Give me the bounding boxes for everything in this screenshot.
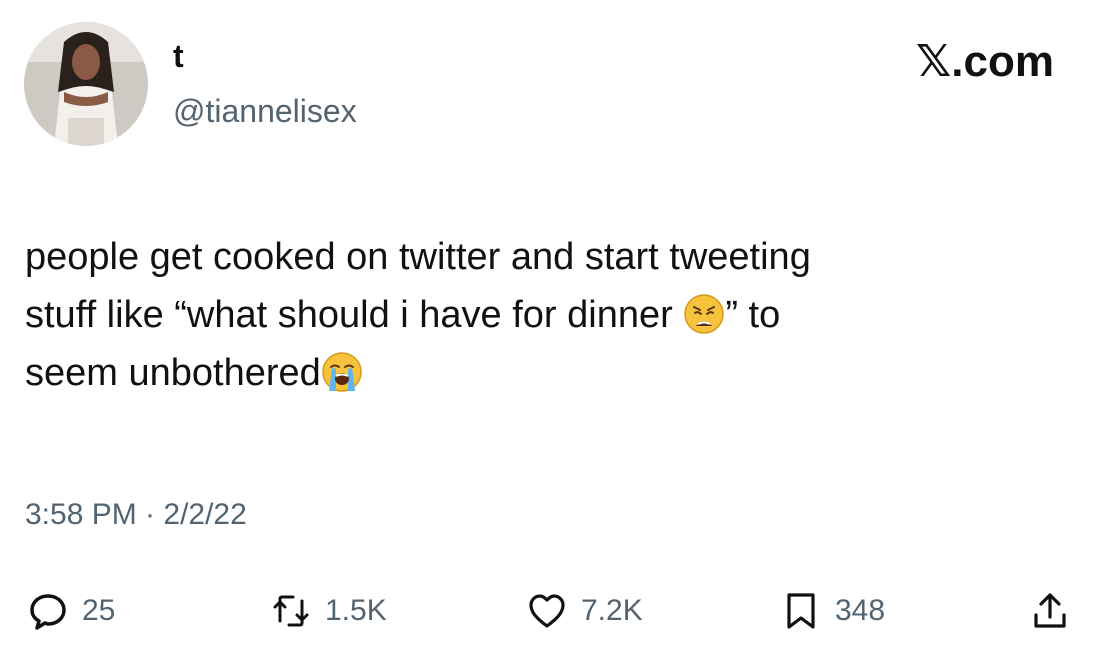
reply-button[interactable]: 25 [28, 588, 115, 634]
display-name[interactable]: t [173, 40, 184, 72]
bookmark-button[interactable]: 348 [781, 588, 885, 634]
retweet-icon [273, 595, 309, 627]
tweet-line-3: seem unbothered [25, 352, 321, 394]
avatar-image [24, 22, 148, 146]
tweet-line-2-start: stuff like “what should i have for dinne… [25, 294, 684, 336]
heart-icon [529, 594, 565, 628]
retweet-button[interactable]: 1.5K [271, 588, 387, 634]
reply-icon [30, 594, 66, 630]
reply-count: 25 [82, 594, 116, 627]
share-button[interactable] [1030, 588, 1070, 634]
tweet-line-2-end: ” to [725, 294, 781, 336]
like-count: 7.2K [581, 594, 643, 627]
tweet-text: people get cooked on twitter and start t… [25, 228, 1075, 402]
brand-logo: 𝕏.com [915, 37, 1054, 86]
user-handle[interactable]: @tiannelisex [173, 95, 357, 127]
tweet-line-1: people get cooked on twitter and start t… [25, 236, 811, 278]
avatar[interactable] [24, 22, 148, 146]
like-button[interactable]: 7.2K [527, 588, 643, 634]
retweet-count: 1.5K [325, 594, 387, 627]
bookmark-icon [787, 593, 815, 629]
loudly-crying-face-icon [321, 351, 363, 393]
action-bar: 25 1.5K 7.2K 348 [25, 588, 1085, 634]
bookmark-count: 348 [835, 594, 886, 627]
tweet-timestamp[interactable]: 3:58 PM · 2/2/22 [25, 500, 247, 530]
share-icon [1034, 593, 1066, 628]
weary-face-icon [683, 293, 725, 335]
